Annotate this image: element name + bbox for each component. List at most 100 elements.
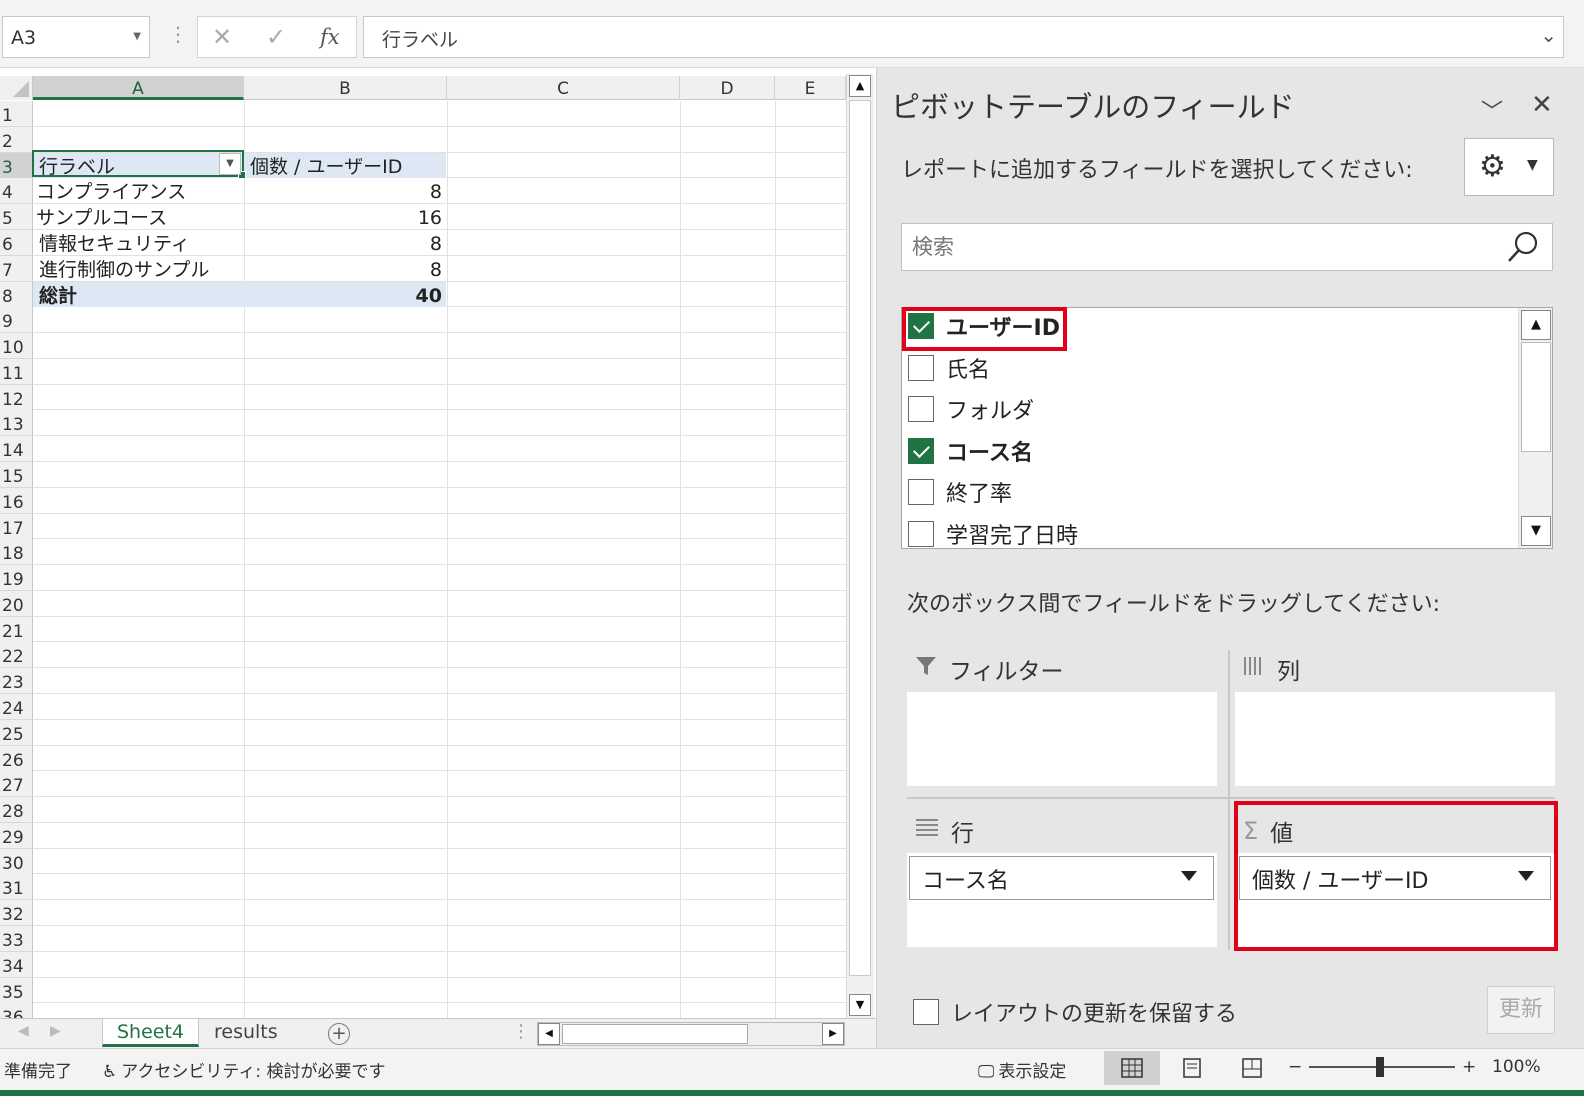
column-header-e[interactable]: E (775, 76, 846, 100)
scroll-left-arrow-icon[interactable]: ◀ (538, 1023, 560, 1045)
search-icon[interactable] (1504, 228, 1542, 270)
columns-drop-zone[interactable] (1235, 692, 1555, 786)
enter-check-icon[interactable]: ✓ (266, 23, 286, 51)
row-header[interactable]: 32 (0, 900, 33, 926)
zoom-out-button[interactable]: − (1288, 1057, 1302, 1077)
zoom-in-button[interactable]: + (1462, 1057, 1476, 1077)
tools-button[interactable]: ⚙ ▼ (1464, 138, 1554, 196)
row-header[interactable]: 2 (0, 127, 33, 153)
row-header[interactable]: 19 (0, 565, 33, 591)
insert-function-fx-icon[interactable]: fx (320, 25, 340, 49)
row-header[interactable]: 12 (0, 385, 33, 411)
zoom-level[interactable]: 100% (1492, 1057, 1541, 1077)
pane-options-chevron-icon[interactable]: ﹀ (1481, 94, 1503, 126)
row-header[interactable]: 28 (0, 797, 33, 823)
zoom-slider-handle[interactable] (1376, 1057, 1384, 1077)
row-header[interactable]: 3 (0, 153, 33, 179)
row-header[interactable]: 9 (0, 307, 33, 333)
row-header[interactable]: 16 (0, 488, 33, 514)
row-header[interactable]: 5 (0, 204, 33, 230)
row-header[interactable]: 27 (0, 771, 33, 797)
row-header[interactable]: 26 (0, 746, 33, 772)
vertical-scroll-thumb[interactable] (849, 100, 871, 976)
page-break-view-button[interactable] (1224, 1051, 1280, 1085)
defer-update-checkbox[interactable] (913, 999, 939, 1025)
sheet-tab-results[interactable]: results (200, 1019, 292, 1047)
pivot-row-label[interactable]: コンプライアンス (36, 178, 186, 204)
checkbox-unchecked[interactable] (908, 479, 934, 505)
pivot-row-label[interactable]: 情報セキュリティ (39, 230, 190, 256)
pivot-row-value[interactable]: 8 (244, 256, 442, 282)
add-sheet-icon[interactable]: + (328, 1023, 350, 1045)
row-header[interactable]: 17 (0, 514, 33, 540)
row-header[interactable]: 10 (0, 333, 33, 359)
row-header[interactable]: 29 (0, 823, 33, 849)
scroll-up-arrow-icon[interactable]: ▲ (1521, 310, 1551, 340)
chevron-down-icon[interactable]: ▼ (133, 31, 141, 42)
row-header[interactable]: 35 (0, 978, 33, 1004)
column-header-b[interactable]: B (244, 76, 447, 100)
vertical-scrollbar[interactable]: ▲ ▼ (846, 74, 874, 1018)
scroll-down-arrow-icon[interactable]: ▼ (1521, 516, 1551, 546)
row-header[interactable]: 13 (0, 410, 33, 436)
update-button[interactable]: 更新 (1487, 986, 1555, 1034)
row-header[interactable]: 8 (0, 282, 33, 308)
pivot-row-label[interactable]: サンプルコース (36, 204, 167, 230)
row-header[interactable]: 36 (0, 1003, 33, 1018)
checkbox-unchecked[interactable] (908, 355, 934, 381)
field-search-input[interactable] (912, 232, 1502, 262)
pivot-value-header[interactable]: 個数 / ユーザーID (250, 153, 402, 179)
pivot-row-value[interactable]: 16 (244, 204, 442, 230)
field-item-completion-date[interactable]: 学習完了日時 (908, 516, 1078, 548)
select-all-corner[interactable] (0, 76, 33, 100)
row-header[interactable]: 14 (0, 436, 33, 462)
row-header[interactable]: 30 (0, 849, 33, 875)
pivot-total-value[interactable]: 40 (244, 282, 442, 308)
field-item-name[interactable]: 氏名 (908, 350, 990, 386)
horizontal-scroll-thumb[interactable] (562, 1024, 748, 1044)
row-header[interactable]: 22 (0, 642, 33, 668)
row-header[interactable]: 25 (0, 720, 33, 746)
sheet-tab-sheet4[interactable]: Sheet4 (102, 1019, 200, 1047)
pivot-row-label[interactable]: 進行制御のサンプル (39, 256, 209, 282)
normal-view-button[interactable] (1104, 1051, 1160, 1085)
filter-drop-zone[interactable] (907, 692, 1217, 786)
scroll-up-arrow-icon[interactable]: ▲ (849, 75, 871, 97)
chevron-down-icon[interactable] (1181, 871, 1197, 881)
row-header[interactable]: 6 (0, 230, 33, 256)
pivot-row-value[interactable]: 8 (244, 230, 442, 256)
row-header[interactable]: 31 (0, 874, 33, 900)
row-header[interactable]: 1 (0, 101, 33, 127)
checkbox-checked[interactable] (908, 438, 934, 464)
column-header-a[interactable]: A (33, 76, 244, 100)
row-header[interactable]: 34 (0, 952, 33, 978)
tab-scroll-left-icon[interactable]: ◀ (18, 1023, 29, 1039)
row-header[interactable]: 7 (0, 256, 33, 282)
page-layout-view-button[interactable] (1164, 1051, 1220, 1085)
field-list-scrollbar[interactable]: ▲ ▼ (1518, 308, 1552, 548)
row-header[interactable]: 11 (0, 359, 33, 385)
field-item-course-name[interactable]: コース名 (908, 433, 1033, 469)
column-header-d[interactable]: D (680, 76, 775, 100)
row-header[interactable]: 21 (0, 617, 33, 643)
pivot-row-value[interactable]: 8 (244, 178, 442, 204)
row-header[interactable]: 24 (0, 694, 33, 720)
column-header-c[interactable]: C (447, 76, 680, 100)
checkbox-unchecked[interactable] (908, 521, 934, 547)
close-icon[interactable]: ✕ (1531, 90, 1553, 120)
scroll-down-arrow-icon[interactable]: ▼ (849, 994, 871, 1016)
row-label-filter-dropdown-icon[interactable]: ▼ (219, 153, 241, 175)
rows-field-pill[interactable]: コース名 (909, 856, 1214, 900)
row-header[interactable]: 4 (0, 178, 33, 204)
field-item-completion-rate[interactable]: 終了率 (908, 474, 1012, 510)
name-box[interactable]: A3 ▼ (2, 16, 150, 58)
row-header[interactable]: 20 (0, 591, 33, 617)
row-header[interactable]: 33 (0, 926, 33, 952)
expand-formula-chevron-icon[interactable]: ⌄ (1540, 23, 1557, 47)
accessibility-status[interactable]: ♿ アクセシビリティ: 検討が必要です (102, 1057, 386, 1082)
spreadsheet-grid[interactable]: A B C D E 1 2 3 4 5 6 7 8 9 10 11 12 13 … (0, 68, 876, 1018)
cancel-icon[interactable]: ✕ (212, 23, 232, 51)
row-header[interactable]: 15 (0, 462, 33, 488)
field-search-box[interactable] (901, 223, 1553, 271)
tab-scroll-right-icon[interactable]: ▶ (50, 1023, 61, 1039)
